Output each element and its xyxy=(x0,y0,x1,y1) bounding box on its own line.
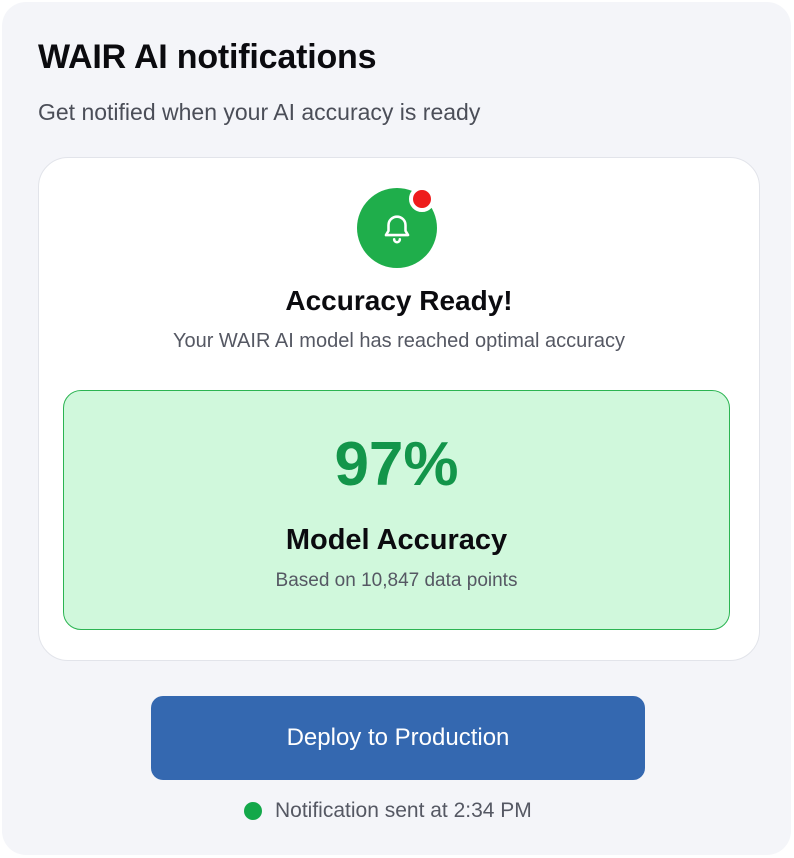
status-dot-icon xyxy=(244,802,262,820)
status-text: Notification sent at 2:34 PM xyxy=(275,799,532,822)
notification-dot-icon xyxy=(409,186,435,212)
card-heading: Accuracy Ready! xyxy=(285,285,513,316)
page-subtitle: Get notified when your AI accuracy is re… xyxy=(38,99,481,125)
card-description: Your WAIR AI model has reached optimal a… xyxy=(172,330,626,352)
notification-status: Notification sent at 2:34 PM xyxy=(244,799,532,823)
notification-card: Accuracy Ready! Your WAIR AI model has r… xyxy=(38,157,760,661)
deploy-to-production-button[interactable]: Deploy to Production xyxy=(151,696,645,780)
accuracy-box: 97% Model Accuracy Based on 10,847 data … xyxy=(63,390,730,630)
page-title: WAIR AI notifications xyxy=(38,38,377,76)
notifications-panel: WAIR AI notifications Get notified when … xyxy=(2,2,791,855)
bell-icon xyxy=(384,215,410,244)
accuracy-value: 97% xyxy=(334,430,459,499)
accuracy-label: Model Accuracy xyxy=(285,524,508,556)
accuracy-basis: Based on 10,847 data points xyxy=(275,570,518,591)
